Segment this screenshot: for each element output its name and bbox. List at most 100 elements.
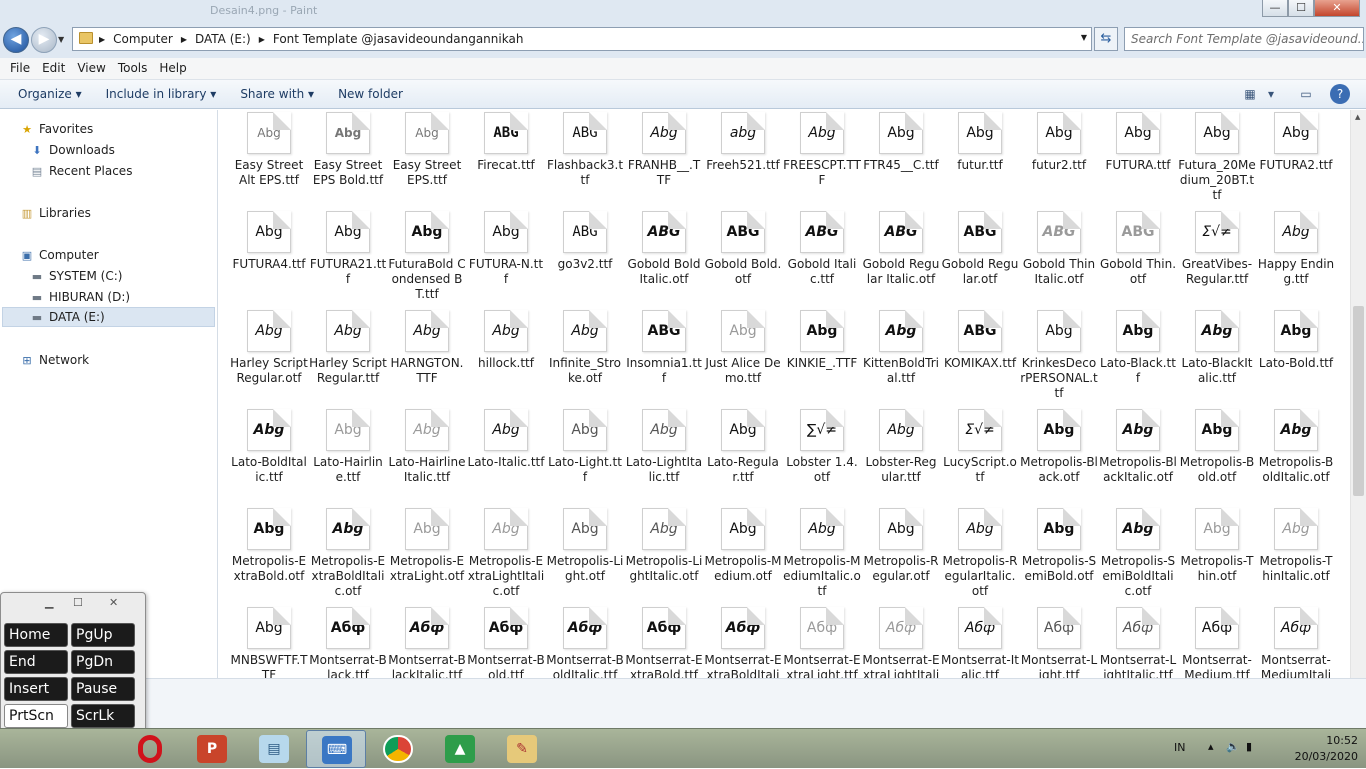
file-item[interactable]: ABG Gobold Thin.otf (1099, 209, 1177, 303)
chevron-right-icon[interactable]: ▶ (257, 32, 267, 48)
nav-libraries[interactable]: ▥ Libraries (20, 206, 91, 220)
file-item[interactable]: Abg Lato-BlackItalic.ttf (1178, 308, 1256, 402)
file-item[interactable]: Abg HARNGTON.TTF (388, 308, 466, 402)
file-item[interactable]: Abg Happy Ending.ttf (1257, 209, 1335, 303)
file-item[interactable]: Abg KittenBoldTrial.ttf (862, 308, 940, 402)
file-item[interactable]: Abg Lato-HairlineItalic.ttf (388, 407, 466, 501)
new-folder-button[interactable]: New folder (330, 87, 411, 101)
file-item[interactable]: ABG Gobold Italic.ttf (783, 209, 861, 303)
file-item[interactable]: Abg Metropolis-BoldItalic.otf (1257, 407, 1335, 501)
file-item[interactable]: Abg futur2.ttf (1020, 110, 1098, 204)
file-item[interactable]: Abg Metropolis-LightItalic.otf (625, 506, 703, 600)
chevron-right-icon[interactable]: ▶ (97, 32, 107, 48)
file-item[interactable]: ABG Gobold Bold Italic.otf (625, 209, 703, 303)
breadcrumb-current-folder[interactable]: Font Template @jasavideoundangannikah (267, 32, 530, 48)
file-item[interactable]: Abg Metropolis-BlackItalic.otf (1099, 407, 1177, 501)
file-item[interactable]: Abg Metropolis-ExtraBold.otf (230, 506, 308, 600)
file-item[interactable]: Abg Easy Street Alt EPS.ttf (230, 110, 308, 204)
osk-key-insert[interactable]: Insert (4, 677, 68, 701)
scrollbar-thumb[interactable] (1353, 306, 1364, 496)
file-item[interactable]: Abg Metropolis-Regular.otf (862, 506, 940, 600)
help-icon[interactable]: ? (1330, 84, 1350, 104)
file-item[interactable]: Abg Metropolis-ThinItalic.otf (1257, 506, 1335, 600)
file-item[interactable]: Abg Just Alice Demo.ttf (704, 308, 782, 402)
nav-network[interactable]: ⊞ Network (20, 353, 89, 367)
osk-minimize-icon[interactable]: ▁ (45, 596, 53, 609)
file-item[interactable]: ∑√≠ Lobster 1.4.otf (783, 407, 861, 501)
share-with-button[interactable]: Share with ▾ (232, 87, 322, 101)
file-item[interactable]: Abg FTR45__C.ttf (862, 110, 940, 204)
file-item[interactable]: Abg Metropolis-Bold.otf (1178, 407, 1256, 501)
file-item[interactable]: Abg FUTURA-N.ttf (467, 209, 545, 303)
file-item[interactable]: Abg Metropolis-SemiBold.otf (1020, 506, 1098, 600)
menu-tools[interactable]: Tools (112, 58, 154, 79)
file-item[interactable]: ABG Gobold Regular.otf (941, 209, 1019, 303)
chrome-app[interactable] (368, 730, 428, 768)
file-item[interactable]: Abg Metropolis-ExtraLight.otf (388, 506, 466, 600)
file-item[interactable]: ABG Flashback3.ttf (546, 110, 624, 204)
clock[interactable]: 10:52 20/03/2020 (1295, 733, 1358, 765)
nav-downloads[interactable]: ⬇ Downloads (30, 143, 115, 157)
scroll-up-icon[interactable]: ▲ (1355, 113, 1360, 121)
file-item[interactable]: ABG Gobold Thin Italic.otf (1020, 209, 1098, 303)
menu-edit[interactable]: Edit (36, 58, 71, 79)
recent-pages-dropdown[interactable]: ▼ (58, 35, 64, 44)
file-item[interactable]: Abg Infinite_Stroke.otf (546, 308, 624, 402)
file-item[interactable]: Abg Lato-Italic.ttf (467, 407, 545, 501)
preview-pane-icon[interactable]: ▭ (1294, 83, 1318, 105)
nav-computer[interactable]: ▣ Computer (20, 248, 99, 262)
file-item[interactable]: Abg Lato-Hairline.ttf (309, 407, 387, 501)
file-item[interactable]: ABG Firecat.ttf (467, 110, 545, 204)
file-item[interactable]: Abg Lato-Bold.ttf (1257, 308, 1335, 402)
file-item[interactable]: Abg futur.ttf (941, 110, 1019, 204)
menu-view[interactable]: View (71, 58, 111, 79)
breadcrumb-computer[interactable]: Computer (107, 32, 179, 48)
drive-app[interactable]: ▲ (430, 730, 490, 768)
file-item[interactable]: Abg Lato-Light.ttf (546, 407, 624, 501)
network-signal-icon[interactable]: ▮ (1246, 740, 1252, 753)
file-item[interactable]: Σ√≠ LucyScript.otf (941, 407, 1019, 501)
osk-app[interactable]: ⌨ (306, 730, 366, 768)
file-item[interactable]: Abg hillock.ttf (467, 308, 545, 402)
osk-key-pgdn[interactable]: PgDn (71, 650, 135, 674)
view-dropdown-icon[interactable]: ▾ (1262, 83, 1280, 105)
file-item[interactable]: Abg KINKIE_.TTF (783, 308, 861, 402)
file-item[interactable]: Abg Lato-Black.ttf (1099, 308, 1177, 402)
powerpoint-app[interactable]: P (182, 730, 242, 768)
nav-recent-places[interactable]: ▤ Recent Places (30, 164, 133, 178)
back-button[interactable]: ◀ (3, 27, 29, 53)
file-item[interactable]: ABG KOMIKAX.ttf (941, 308, 1019, 402)
osk-close-icon[interactable]: ✕ (109, 596, 118, 609)
vertical-scrollbar[interactable]: ▲ ▼ (1350, 110, 1366, 728)
include-in-library-button[interactable]: Include in library ▾ (98, 87, 225, 101)
forward-button[interactable]: ▶ (31, 27, 57, 53)
file-item[interactable]: Abg FUTURA2.ttf (1257, 110, 1335, 204)
file-item[interactable]: ABG Gobold Bold.otf (704, 209, 782, 303)
file-item[interactable]: Abg Metropolis-Medium.otf (704, 506, 782, 600)
menu-help[interactable]: Help (153, 58, 192, 79)
file-item[interactable]: Abg Metropolis-ExtraLightItalic.otf (467, 506, 545, 600)
notepad-app[interactable]: ▤ (244, 730, 304, 768)
file-item[interactable]: Abg Metropolis-Black.otf (1020, 407, 1098, 501)
search-input[interactable]: Search Font Template @jasavideound... (1124, 27, 1364, 51)
file-item[interactable]: Abg Metropolis-MediumItalic.otf (783, 506, 861, 600)
nav-data-drive[interactable]: ▬ DATA (E:) (2, 307, 215, 327)
file-item[interactable]: Abg Lato-Regular.ttf (704, 407, 782, 501)
file-item[interactable]: Abg Lato-LightItalic.ttf (625, 407, 703, 501)
file-item[interactable]: Σ√≠ GreatVibes-Regular.ttf (1178, 209, 1256, 303)
file-item[interactable]: Abg FUTURA21.ttf (309, 209, 387, 303)
language-indicator[interactable]: IN (1174, 741, 1185, 754)
file-item[interactable]: Abg Easy Street EPS.ttf (388, 110, 466, 204)
address-bar[interactable]: ▶ Computer ▶ DATA (E:) ▶ Font Template @… (72, 27, 1092, 51)
file-item[interactable]: Abg Easy Street EPS Bold.ttf (309, 110, 387, 204)
organize-button[interactable]: Organize ▾ (10, 87, 90, 101)
file-item[interactable]: Abg Metropolis-RegularItalic.otf (941, 506, 1019, 600)
file-item[interactable]: Abg Lobster-Regular.ttf (862, 407, 940, 501)
file-item[interactable]: Abg Metropolis-ExtraBoldItalic.otf (309, 506, 387, 600)
chevron-right-icon[interactable]: ▶ (179, 32, 189, 48)
minimize-button[interactable]: — (1262, 0, 1288, 17)
menu-file[interactable]: File (4, 58, 36, 79)
close-button[interactable]: ✕ (1314, 0, 1360, 17)
breadcrumb-data-drive[interactable]: DATA (E:) (189, 32, 257, 48)
nav-favorites[interactable]: ★ Favorites (20, 122, 93, 136)
